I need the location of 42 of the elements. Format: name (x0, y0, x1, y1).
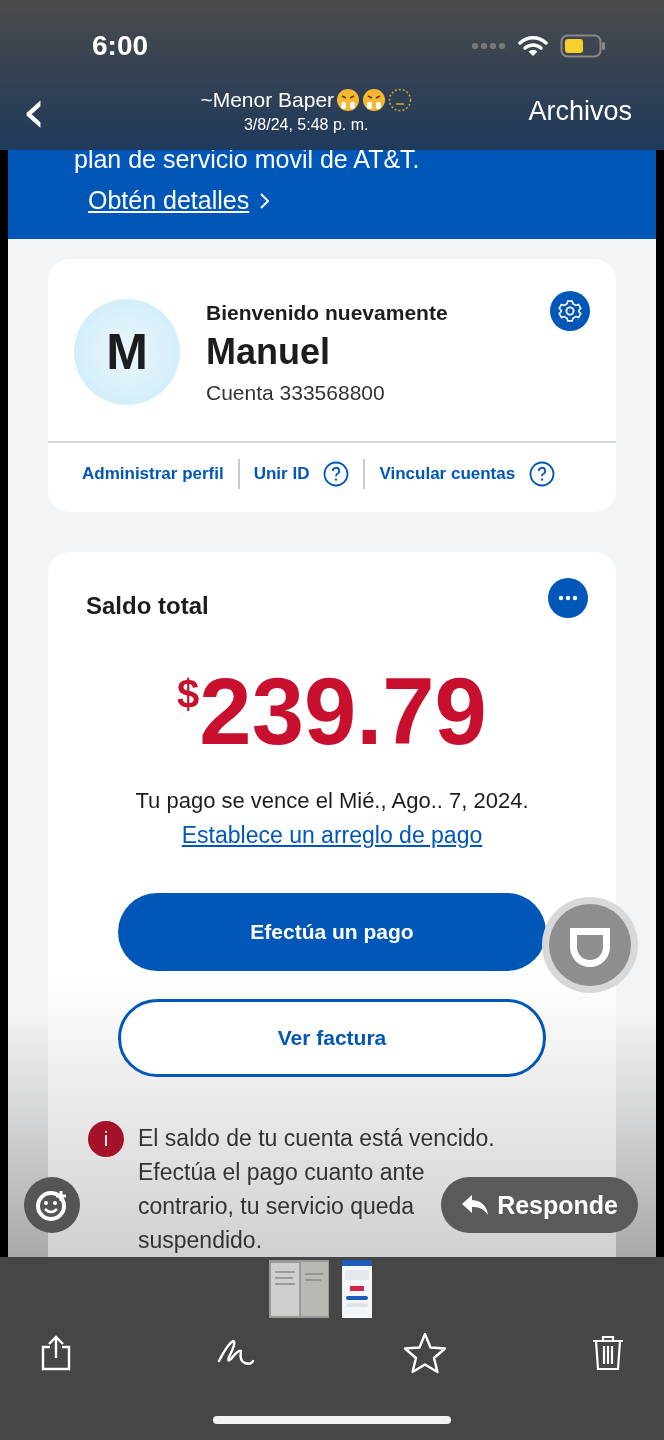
payment-arrangement-link[interactable]: Establece un arreglo de pago (181, 822, 483, 849)
status-time: 6:00 (92, 30, 149, 62)
more-icon[interactable] (548, 578, 588, 618)
back-button[interactable]: ‹ (14, 86, 54, 136)
details-link[interactable]: Obtén detalles (88, 186, 250, 215)
avatar: M (74, 299, 180, 406)
profile-link[interactable]: Administrar perfil (82, 464, 224, 485)
battery-icon (560, 34, 606, 58)
reply-button[interactable]: Responde (441, 1177, 638, 1233)
banner-text: plan de servicio movil de AT&T. (74, 150, 421, 172)
trash-icon[interactable] (592, 1335, 624, 1371)
angry-face-icon (362, 88, 387, 112)
settings-icon[interactable] (550, 291, 590, 332)
alert-message: El saldo de tu cuenta está vencido. (138, 1124, 495, 1153)
balance-title: Saldo total (86, 592, 209, 620)
pay-button[interactable]: Efectúa un pago (118, 893, 546, 971)
profile-link[interactable]: Vincular cuentas (379, 464, 516, 485)
signal-icon (472, 42, 506, 50)
dotted-face-icon (388, 88, 413, 112)
account-number: Cuenta 333568800 (206, 381, 386, 406)
user-name: Manuel (206, 331, 331, 374)
add-reaction-icon[interactable] (24, 1177, 80, 1233)
share-icon[interactable] (40, 1335, 72, 1371)
wifi-icon (518, 35, 548, 57)
help-icon[interactable] (529, 461, 556, 488)
angry-face-icon (336, 88, 361, 112)
help-icon[interactable] (323, 461, 350, 488)
chat-timestamp: 3/8/24, 5:48 p. m. (243, 116, 369, 134)
due-date-text: Tu pago se vence el Mié., Ago.. 7, 2024. (135, 788, 529, 814)
reply-icon (461, 1193, 490, 1217)
alert-icon: i (88, 1121, 124, 1157)
profile-link[interactable]: Unir ID (253, 464, 310, 485)
star-icon[interactable] (402, 1332, 447, 1374)
balance-amount: 239.79 (199, 662, 487, 762)
view-bill-button[interactable]: Ver factura (118, 999, 546, 1077)
chevron-icon (259, 191, 272, 210)
files-button[interactable]: Archivos (528, 95, 632, 127)
currency-sign: $ (177, 672, 200, 716)
greeting-text: Bienvenido nuevamente (206, 301, 448, 326)
alert-message: Efectúa el pago cuanto ante contrario, tu servicio queda suspendido. (138, 1158, 425, 1255)
chat-title: ~Menor Baper (200, 88, 335, 112)
floating-button[interactable] (540, 895, 640, 995)
